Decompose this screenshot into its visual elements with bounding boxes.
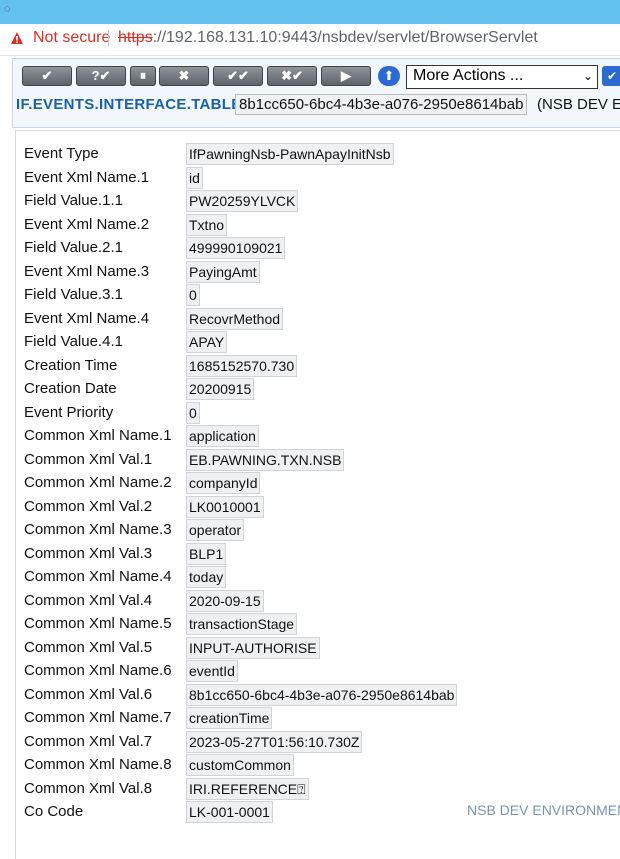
more-actions-select[interactable]: More Actions ... ⌄ <box>406 65 598 89</box>
field-label: Co Code <box>24 803 84 820</box>
field-label: Field Value.1.1 <box>24 192 123 209</box>
field-label: Common Xml Name.4 <box>24 568 172 585</box>
authorise-button[interactable]: ✔✔ <box>213 66 263 86</box>
commit-button[interactable]: ✔ <box>22 66 72 86</box>
record-id: 8b1cc650-6bc4-4b3e-a076-2950e8614bab <box>235 94 528 115</box>
field-value: customCommon <box>186 754 294 776</box>
field-value: 0 <box>186 284 200 306</box>
address-divider <box>108 30 109 46</box>
field-value: transactionStage <box>186 613 298 635</box>
field-label: Common Xml Val.3 <box>24 544 153 562</box>
field-label: Common Xml Name.3 <box>24 521 172 538</box>
url-path: ://192.168.131.10:9443/nsbdev/servlet/Br… <box>152 29 538 46</box>
go-icon[interactable]: ✔ <box>602 66 620 86</box>
field-label: Common Xml Val.5 <box>24 638 153 656</box>
field-value: 499990109021 <box>186 237 286 259</box>
not-secure-label[interactable]: Not secure <box>33 29 110 47</box>
field-label: Common Xml Val.1 <box>24 450 153 468</box>
field-label: Common Xml Val.6 <box>24 685 153 703</box>
reverse-button[interactable]: ✖✔ <box>267 66 317 86</box>
field-value: LK0010001 <box>186 495 264 518</box>
field-value: today <box>186 566 227 588</box>
field-label: Event Priority <box>24 403 114 421</box>
field-value: 2020-09-15 <box>186 589 264 612</box>
url-scheme: https <box>118 29 153 46</box>
delete-button[interactable]: ✖ <box>159 66 209 86</box>
up-arrow-icon[interactable]: ⬆ <box>378 66 400 86</box>
view-button[interactable]: ▶ <box>321 66 371 86</box>
field-label: Field Value.3.1 <box>24 286 123 303</box>
field-label: Event Xml Name.3 <box>24 262 150 280</box>
field-label: Common Xml Val.4 <box>24 591 153 609</box>
field-value: id <box>186 166 203 189</box>
field-label: Creation Date <box>24 380 117 397</box>
field-value: IfPawningNsb-PawnApayInitNsb <box>186 143 394 165</box>
field-label: Event Xml Name.2 <box>24 215 150 233</box>
field-label: Common Xml Val.2 <box>24 497 153 515</box>
field-label: Creation Time <box>24 356 118 374</box>
field-label: Event Xml Name.1 <box>24 168 150 186</box>
browser-title-bar: ◌ <box>0 0 620 24</box>
field-label: Common Xml Name.1 <box>24 427 172 444</box>
field-value: 0 <box>186 401 200 424</box>
window-icon: ◌ <box>4 3 11 15</box>
url-text[interactable]: https://192.168.131.10:9443/nsbdev/servl… <box>118 29 538 47</box>
environment-footer: NSB DEV ENVIRONMEN <box>467 802 620 818</box>
field-value: BLP1 <box>186 542 227 565</box>
field-value: 2023-05-27T01:56:10.730Z <box>186 730 363 753</box>
field-value: companyId <box>186 472 261 494</box>
field-value: eventId <box>186 660 238 682</box>
more-actions-value: More Actions ... <box>413 67 524 84</box>
field-label: Common Xml Val.7 <box>24 732 153 750</box>
field-label: Common Xml Name.6 <box>24 662 172 679</box>
field-label: Common Xml Name.7 <box>24 709 172 726</box>
field-value: LK-001-0001 <box>186 801 273 823</box>
field-value: creationTime <box>186 707 273 729</box>
field-value: 1685152570.730 <box>186 354 298 377</box>
field-value: APAY <box>186 331 228 353</box>
field-label: Event Type <box>24 145 99 162</box>
record-header: IF.EVENTS.INTERFACE.TABLE 8b1cc650-6bc4-… <box>16 94 620 115</box>
validate-button[interactable]: ?✔ <box>76 66 126 86</box>
warning-icon <box>11 32 23 44</box>
field-label: Common Xml Name.2 <box>24 474 172 491</box>
field-label: Field Value.4.1 <box>24 333 123 350</box>
field-value: 20200915 <box>186 378 255 400</box>
field-label: Common Xml Name.5 <box>24 615 172 632</box>
chevron-down-icon: ⌄ <box>582 69 593 83</box>
field-value: IRI.REFERENCE⍰ <box>186 777 309 800</box>
hold-button[interactable]: ⏸ <box>130 66 156 86</box>
field-value: PayingAmt <box>186 260 260 283</box>
field-value: EB.PAWNING.TXN.NSB <box>186 448 345 471</box>
field-label: Event Xml Name.4 <box>24 309 150 327</box>
environment-label: (NSB DEV EN <box>537 96 620 113</box>
field-label: Common Xml Val.8 <box>24 779 153 797</box>
field-value: operator <box>186 519 245 541</box>
field-value: application <box>186 425 259 447</box>
field-value: INPUT-AUTHORISE <box>186 636 320 659</box>
field-value: RecovrMethod <box>186 307 284 330</box>
field-value: 8b1cc650-6bc4-4b3e-a076-2950e8614bab <box>186 683 458 706</box>
field-label: Common Xml Name.8 <box>24 756 172 773</box>
table-name: IF.EVENTS.INTERFACE.TABLE <box>16 96 242 113</box>
field-value: PW20259YLVCK <box>186 190 299 212</box>
field-value: Txtno <box>186 213 228 236</box>
field-label: Field Value.2.1 <box>24 239 123 256</box>
